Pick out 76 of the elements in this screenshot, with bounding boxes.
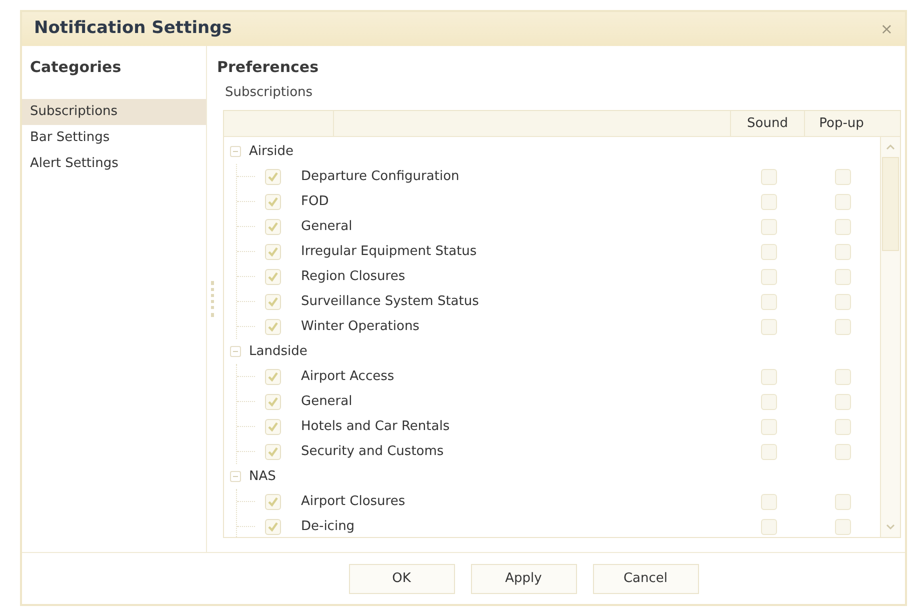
dialog-button[interactable]: Apply <box>470 564 576 594</box>
subscription-label: Security and Customs <box>301 442 445 461</box>
category-item[interactable]: Bar Settings <box>22 124 206 150</box>
popup-checkbox[interactable] <box>835 294 851 310</box>
sound-checkbox[interactable] <box>761 168 777 184</box>
category-item[interactable]: Alert Settings <box>22 150 206 176</box>
subscribe-checkbox[interactable] <box>265 494 281 510</box>
sound-checkbox[interactable] <box>761 318 777 334</box>
popup-checkbox[interactable] <box>835 494 851 510</box>
subscribe-checkbox[interactable] <box>265 394 281 410</box>
subscribe-checkbox[interactable] <box>265 244 281 260</box>
sound-checkbox[interactable] <box>761 244 777 260</box>
subscribe-checkbox[interactable] <box>265 294 281 310</box>
scroll-thumb[interactable] <box>882 157 899 251</box>
subscription-label: Surveillance System Status <box>301 292 480 311</box>
window-title: Notification Settings <box>34 17 232 40</box>
column-header: Sound <box>730 111 804 136</box>
popup-checkbox[interactable] <box>835 444 851 460</box>
category-item[interactable]: Subscriptions <box>22 98 206 124</box>
subscribe-checkbox[interactable] <box>265 318 281 334</box>
sound-checkbox[interactable] <box>761 494 777 510</box>
popup-checkbox[interactable] <box>835 418 851 434</box>
subscribe-checkbox[interactable] <box>265 518 281 534</box>
subscribe-checkbox[interactable] <box>265 418 281 434</box>
group-label: NAS <box>249 468 276 486</box>
subscribe-checkbox[interactable] <box>265 168 281 184</box>
sound-checkbox[interactable] <box>761 394 777 410</box>
group-label: Airside <box>249 142 294 161</box>
popup-checkbox[interactable] <box>835 218 851 234</box>
panel-heading: Categories <box>29 57 122 78</box>
subscription-label: Departure Configuration <box>301 168 460 186</box>
subscription-label: De-icing <box>301 518 356 536</box>
minus-icon <box>232 473 239 480</box>
popup-checkbox[interactable] <box>835 368 851 384</box>
popup-checkbox[interactable] <box>835 318 851 334</box>
popup-checkbox[interactable] <box>835 394 851 410</box>
subscription-label: Hotels and Car Rentals <box>301 418 451 436</box>
column-header: Pop-up <box>804 111 878 136</box>
subscribe-checkbox[interactable] <box>265 368 281 384</box>
subscription-label: Region Closures <box>301 268 406 286</box>
subscription-label: Irregular Equipment Status <box>301 242 478 261</box>
group-label: Landside <box>249 342 308 361</box>
collapse-toggle[interactable] <box>230 346 241 357</box>
sound-checkbox[interactable] <box>761 268 777 284</box>
collapse-toggle[interactable] <box>230 146 241 157</box>
sound-checkbox[interactable] <box>761 368 777 384</box>
subscription-label: Winter Operations <box>301 318 420 336</box>
subscribe-checkbox[interactable] <box>265 444 281 460</box>
minus-icon <box>232 148 239 155</box>
subscription-label: Airport Access <box>301 368 396 386</box>
subscribe-checkbox[interactable] <box>265 268 281 284</box>
subscribe-checkbox[interactable] <box>265 218 281 234</box>
sound-checkbox[interactable] <box>761 418 777 434</box>
subscribe-checkbox[interactable] <box>265 194 281 210</box>
minus-icon <box>232 348 239 355</box>
scrollbar[interactable] <box>880 137 900 537</box>
subscription-label: Airport Closures <box>301 492 406 511</box>
sound-checkbox[interactable] <box>761 194 777 210</box>
sound-checkbox[interactable] <box>761 218 777 234</box>
dialog-button[interactable]: OK <box>348 564 454 594</box>
dialog-button[interactable]: Cancel <box>592 564 698 594</box>
subscription-label: General <box>301 218 354 236</box>
popup-checkbox[interactable] <box>835 194 851 210</box>
sound-checkbox[interactable] <box>761 444 777 460</box>
subscription-label: FOD <box>301 192 330 211</box>
subscription-label: General <box>301 392 354 411</box>
sound-checkbox[interactable] <box>761 294 777 310</box>
collapse-toggle[interactable] <box>230 471 241 482</box>
popup-checkbox[interactable] <box>835 168 851 184</box>
section-label: Subscriptions <box>225 84 314 102</box>
popup-checkbox[interactable] <box>835 268 851 284</box>
popup-checkbox[interactable] <box>835 244 851 260</box>
popup-checkbox[interactable] <box>835 518 851 534</box>
sound-checkbox[interactable] <box>761 518 777 534</box>
panel-heading: Preferences <box>217 57 320 78</box>
splitter-handle[interactable] <box>210 281 214 317</box>
